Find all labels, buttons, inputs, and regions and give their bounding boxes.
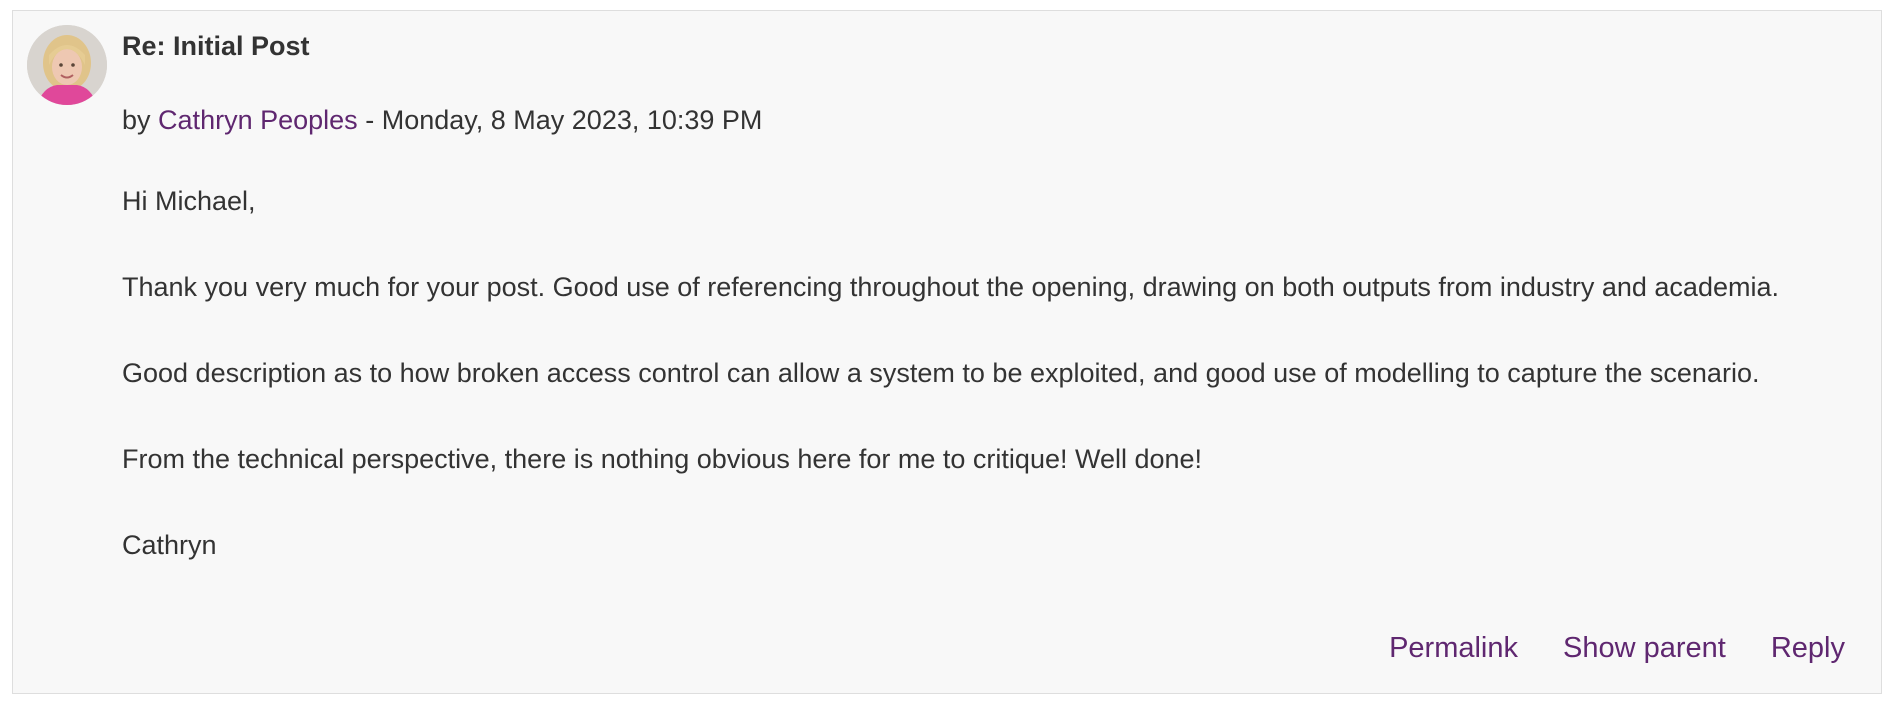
- post-timestamp: Monday, 8 May 2023, 10:39 PM: [381, 105, 763, 135]
- post-paragraph: Thank you very much for your post. Good …: [122, 272, 1779, 302]
- meta-separator: -: [365, 105, 375, 135]
- post-signature: Cathryn: [122, 530, 217, 560]
- author-link[interactable]: Cathryn Peoples: [158, 105, 358, 135]
- post-paragraph: From the technical perspective, there is…: [122, 444, 1203, 474]
- reply-link[interactable]: Reply: [1771, 631, 1845, 665]
- post-body: Hi Michael, Thank you very much for your…: [122, 180, 1863, 567]
- post-actions: Permalink Show parent Reply: [1389, 631, 1845, 665]
- permalink-link[interactable]: Permalink: [1389, 631, 1518, 665]
- post-paragraph: Good description as to how broken access…: [122, 358, 1760, 388]
- post-content: Re: Initial Post by Cathryn Peoples - Mo…: [122, 11, 1863, 567]
- post-paragraph: Hi Michael,: [122, 186, 256, 216]
- author-avatar[interactable]: [27, 25, 107, 105]
- post-meta: by Cathryn Peoples - Monday, 8 May 2023,…: [122, 103, 1863, 137]
- forum-post: Re: Initial Post by Cathryn Peoples - Mo…: [12, 10, 1882, 694]
- show-parent-link[interactable]: Show parent: [1563, 631, 1726, 665]
- avatar-image: [27, 25, 107, 105]
- post-subject: Re: Initial Post: [122, 31, 310, 61]
- by-label: by: [122, 105, 151, 135]
